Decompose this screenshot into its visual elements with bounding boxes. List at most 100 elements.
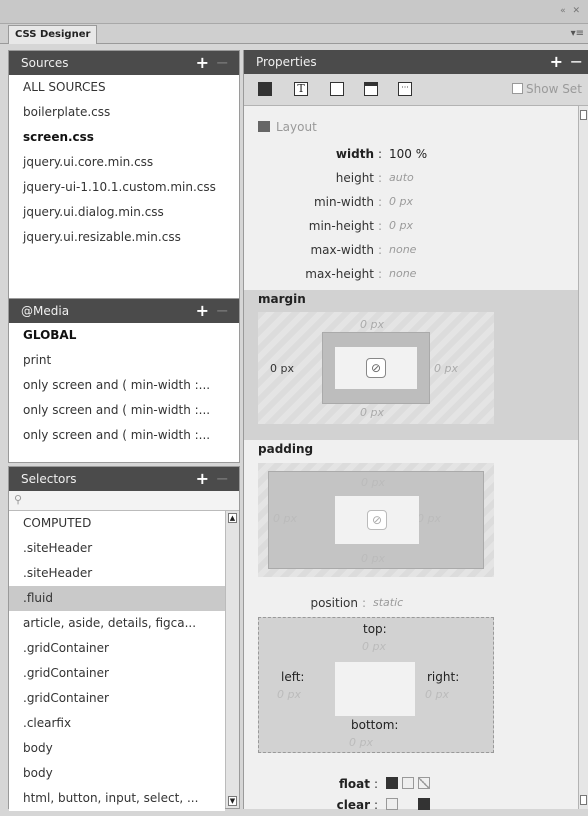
border-category-icon[interactable] [330, 82, 344, 96]
selector-item[interactable]: body [9, 761, 225, 786]
text-category-icon[interactable]: T [294, 82, 308, 96]
more-category-icon[interactable]: ··· [398, 82, 412, 96]
remove-property-icon[interactable]: − [570, 50, 583, 74]
selector-item-selected[interactable]: .fluid [9, 586, 225, 611]
colon: : [362, 596, 367, 610]
scroll-up-arrow-icon[interactable] [580, 110, 587, 120]
properties-panel: Properties + − T ··· Show Set Layout wid… [243, 50, 588, 812]
selector-item[interactable]: article, aside, details, figca... [9, 611, 225, 636]
search-icon: ⚲ [14, 493, 23, 506]
top-value[interactable]: 0 px [362, 640, 386, 653]
right-label: right: [427, 670, 460, 684]
source-item-selected[interactable]: screen.css [9, 125, 239, 150]
selectors-scrollbar[interactable]: ▲ ▼ [225, 511, 239, 808]
margin-right-value[interactable]: 0 px [434, 362, 458, 375]
prop-row-width[interactable]: width : 100 % [244, 147, 574, 163]
add-media-icon[interactable]: + [196, 299, 209, 323]
padding-right-value[interactable]: 0 px [417, 512, 441, 525]
selector-item[interactable]: html, button, input, select, ... [9, 786, 225, 811]
remove-selector-icon[interactable]: − [216, 467, 229, 491]
prop-value[interactable]: 0 px [389, 219, 413, 232]
right-value[interactable]: 0 px [425, 688, 449, 701]
scroll-down-arrow-icon[interactable] [580, 795, 587, 805]
prop-value[interactable]: none [389, 267, 416, 280]
prop-name: min-width [313, 195, 374, 209]
media-item[interactable]: print [9, 348, 239, 373]
selector-item[interactable]: .gridContainer [9, 686, 225, 711]
tab-css-designer[interactable]: CSS Designer [8, 25, 98, 44]
scroll-down-arrow-icon[interactable]: ▼ [228, 796, 237, 806]
prop-value[interactable]: none [389, 243, 416, 256]
top-label: top: [363, 622, 387, 636]
prop-name: float [339, 777, 370, 791]
add-source-icon[interactable]: + [196, 51, 209, 75]
remove-source-icon[interactable]: − [216, 51, 229, 75]
media-item-global[interactable]: GLOBAL [9, 323, 239, 348]
prop-name: width [335, 147, 374, 161]
media-item[interactable]: only screen and ( min-width :... [9, 373, 239, 398]
selector-search-input[interactable]: ⚲ [9, 491, 239, 511]
clear-both-icon[interactable] [418, 798, 430, 810]
selector-item[interactable]: .gridContainer [9, 661, 225, 686]
source-item[interactable]: jquery.ui.dialog.min.css [9, 200, 239, 225]
selector-item[interactable]: .siteHeader [9, 561, 225, 586]
source-item[interactable]: jquery-ui-1.10.1.custom.min.css [9, 175, 239, 200]
source-item[interactable]: boilerplate.css [9, 100, 239, 125]
prop-row-max-height[interactable]: max-height : none [244, 267, 574, 283]
prop-row-position[interactable]: position : static [244, 596, 574, 612]
selector-item[interactable]: body [9, 736, 225, 761]
margin-left-value[interactable]: 0 px [270, 362, 294, 375]
window-controls[interactable]: « ✕ [560, 6, 582, 16]
padding-left-value[interactable]: 0 px [273, 512, 297, 525]
selector-item[interactable]: COMPUTED [9, 511, 225, 536]
prop-row-height[interactable]: height : auto [244, 171, 574, 187]
bottom-value[interactable]: 0 px [349, 736, 373, 749]
padding-inner-box: 0 px 0 px 0 px 0 px ⊘ [268, 471, 484, 569]
add-property-icon[interactable]: + [550, 50, 563, 74]
media-item[interactable]: only screen and ( min-width :... [9, 423, 239, 448]
background-category-icon[interactable] [364, 82, 378, 96]
panel-menu-icon[interactable]: ▾≡ [571, 28, 584, 39]
padding-bottom-value[interactable]: 0 px [361, 552, 385, 565]
source-item[interactable]: jquery.ui.resizable.min.css [9, 225, 239, 250]
selector-item[interactable]: .siteHeader [9, 536, 225, 561]
colon: : [378, 219, 383, 233]
margin-bottom-value[interactable]: 0 px [360, 406, 384, 419]
prop-name: max-height [305, 267, 374, 281]
checkbox-icon[interactable] [512, 83, 523, 94]
margin-top-value[interactable]: 0 px [360, 318, 384, 331]
float-none-icon[interactable] [418, 777, 430, 789]
padding-top-value[interactable]: 0 px [361, 476, 385, 489]
layout-category-icon[interactable] [258, 82, 272, 96]
left-label: left: [281, 670, 305, 684]
prop-row-max-width[interactable]: max-width : none [244, 243, 574, 259]
source-item[interactable]: ALL SOURCES [9, 75, 239, 100]
show-set-checkbox[interactable]: Show Set [512, 82, 582, 96]
add-selector-icon[interactable]: + [196, 467, 209, 491]
prop-name: height [335, 171, 374, 185]
prop-value[interactable]: auto [389, 171, 414, 184]
title-bar [0, 0, 588, 24]
prop-value[interactable]: 100 % [389, 147, 427, 161]
clear-left-icon[interactable] [386, 798, 398, 810]
prop-name: clear [336, 798, 370, 812]
prop-row-clear[interactable]: clear : [244, 798, 574, 816]
properties-scrollbar[interactable] [578, 106, 588, 809]
scroll-up-arrow-icon[interactable]: ▲ [228, 513, 237, 523]
float-left-icon[interactable] [386, 777, 398, 789]
remove-media-icon[interactable]: − [216, 299, 229, 323]
selector-item[interactable]: .clearfix [9, 711, 225, 736]
left-value[interactable]: 0 px [277, 688, 301, 701]
source-item[interactable]: jquery.ui.core.min.css [9, 150, 239, 175]
float-right-icon[interactable] [402, 777, 414, 789]
selector-item[interactable]: .gridContainer [9, 636, 225, 661]
prop-value[interactable]: 0 px [389, 195, 413, 208]
prop-row-min-height[interactable]: min-height : 0 px [244, 219, 574, 235]
link-values-icon[interactable]: ⊘ [367, 510, 387, 530]
offsets-content-box [335, 662, 415, 716]
media-item[interactable]: only screen and ( min-width :... [9, 398, 239, 423]
prop-value[interactable]: static [373, 596, 403, 609]
prop-row-float[interactable]: float : [244, 777, 574, 795]
prop-row-min-width[interactable]: min-width : 0 px [244, 195, 574, 211]
link-values-icon[interactable]: ⊘ [366, 358, 386, 378]
